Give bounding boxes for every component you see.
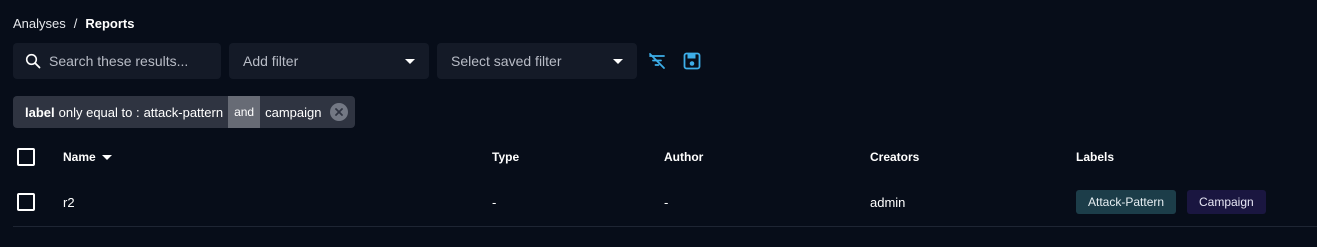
filter-operator: only equal to : xyxy=(58,104,140,120)
search-icon xyxy=(25,53,41,69)
column-header-type[interactable]: Type xyxy=(492,150,519,164)
row-type: - xyxy=(492,195,497,210)
breadcrumb-analyses[interactable]: Analyses xyxy=(13,16,66,31)
sort-descending-icon xyxy=(101,154,112,160)
label-badge-campaign: Campaign xyxy=(1187,190,1266,214)
row-divider xyxy=(13,226,1317,227)
filter-key: label xyxy=(25,104,55,120)
column-header-author[interactable]: Author xyxy=(664,150,703,164)
search-box[interactable] xyxy=(13,43,221,79)
close-icon xyxy=(335,108,344,116)
filter-value-attack-pattern: attack-pattern xyxy=(143,104,224,120)
row-checkbox[interactable] xyxy=(17,193,35,211)
filter-off-icon[interactable] xyxy=(647,51,667,71)
column-header-name[interactable]: Name xyxy=(63,150,112,164)
add-filter-select[interactable]: Add filter xyxy=(229,43,429,79)
row-creators: admin xyxy=(870,195,906,210)
saved-filter-label: Select saved filter xyxy=(451,53,562,69)
save-icon[interactable] xyxy=(682,51,702,71)
filter-connector[interactable]: and xyxy=(228,96,261,128)
breadcrumb-current: Reports xyxy=(85,16,135,31)
active-filter-chip[interactable]: label only equal to : attack-pattern and… xyxy=(13,96,356,128)
column-header-creators[interactable]: Creators xyxy=(870,150,919,164)
breadcrumb-separator: / xyxy=(73,16,78,31)
row-author: - xyxy=(664,195,669,210)
row-name[interactable]: r2 xyxy=(63,195,75,210)
saved-filter-select[interactable]: Select saved filter xyxy=(437,43,637,79)
add-filter-label: Add filter xyxy=(243,53,299,69)
column-name-label: Name xyxy=(63,150,96,164)
filter-value-campaign: campaign xyxy=(265,104,322,120)
search-input[interactable] xyxy=(49,53,209,69)
column-header-labels[interactable]: Labels xyxy=(1076,150,1114,164)
select-all-checkbox[interactable] xyxy=(17,148,35,166)
label-badge-attack-pattern: Attack-Pattern xyxy=(1076,190,1177,214)
remove-filter-button[interactable] xyxy=(330,103,349,121)
chevron-down-icon xyxy=(405,58,415,64)
breadcrumb: Analyses / Reports xyxy=(13,16,135,31)
chevron-down-icon xyxy=(613,58,623,64)
